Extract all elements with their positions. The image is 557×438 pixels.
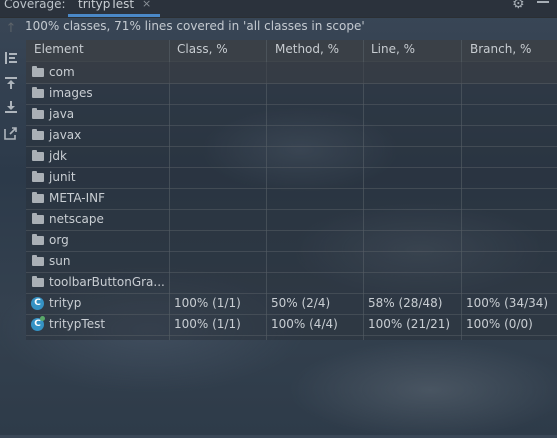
row-element-name: trityp — [49, 296, 82, 310]
folder-icon — [32, 87, 44, 98]
navigate-from-source-icon[interactable] — [4, 76, 18, 90]
table-row[interactable]: javax — [26, 125, 557, 147]
export-icon[interactable] — [4, 126, 18, 140]
method-coverage: 50% (2/4) — [271, 296, 331, 310]
gear-icon[interactable]: ⚙ — [512, 0, 525, 12]
folder-icon — [32, 213, 44, 224]
table-row[interactable]: netscape — [26, 209, 557, 231]
branch-coverage: 100% (34/34) — [466, 296, 549, 310]
close-icon[interactable]: × — [142, 0, 151, 10]
folder-icon — [32, 150, 44, 161]
table-row[interactable]: jdk — [26, 146, 557, 168]
row-element-name: toolbarButtonGra... — [49, 275, 165, 289]
class-icon: C — [31, 297, 44, 310]
folder-icon — [32, 255, 44, 266]
branch-coverage: 100% (0/0) — [466, 317, 533, 331]
class-coverage: 100% (1/1) — [174, 296, 241, 310]
row-element-name: com — [49, 65, 75, 79]
table-row[interactable]: org — [26, 230, 557, 252]
row-element-name: javax — [49, 128, 82, 142]
row-element-name: org — [49, 233, 69, 247]
coverage-label: Coverage: — [4, 0, 66, 11]
table-row[interactable]: com — [26, 62, 557, 84]
tab-trityptest[interactable]: tritypTest × — [68, 0, 160, 17]
table-row[interactable]: junit — [26, 167, 557, 189]
navigate-to-source-icon[interactable] — [4, 100, 18, 114]
row-element-name: sun — [49, 254, 71, 268]
table-row[interactable]: images — [26, 83, 557, 105]
folder-icon — [32, 108, 44, 119]
row-element-name: junit — [49, 170, 76, 184]
folder-icon — [32, 276, 44, 287]
folder-icon — [32, 171, 44, 182]
test-badge-icon — [40, 316, 45, 321]
tab-label: tritypTest — [78, 0, 135, 11]
row-element-name: netscape — [49, 212, 104, 226]
row-element-name: java — [49, 107, 75, 121]
table-row[interactable]: java — [26, 104, 557, 126]
arrow-up-icon[interactable]: ↑ — [4, 22, 18, 36]
folder-icon — [32, 192, 44, 203]
folder-icon — [32, 66, 44, 77]
table-row[interactable]: sun — [26, 251, 557, 273]
table-row[interactable]: C trityp 100% (1/1) 50% (2/4) 58% (28/48… — [26, 293, 557, 315]
column-header-method[interactable]: Method, % — [275, 42, 339, 56]
coverage-table: Element Class, % Method, % Line, % Branc… — [26, 40, 557, 340]
test-class-icon: C — [31, 316, 45, 331]
row-element-name: jdk — [49, 149, 67, 163]
folder-icon — [32, 129, 44, 140]
flatten-packages-icon[interactable] — [4, 51, 18, 65]
column-header-element[interactable]: Element — [34, 42, 84, 56]
coverage-tool-window-header: Coverage: tritypTest × ⚙ — [0, 0, 557, 18]
row-element-name: tritypTest — [49, 317, 106, 331]
table-row[interactable]: C tritypTest 100% (1/1) 100% (4/4) 100% … — [26, 314, 557, 336]
column-header-branch[interactable]: Branch, % — [470, 42, 531, 56]
method-coverage: 100% (4/4) — [271, 317, 338, 331]
minimize-icon[interactable] — [537, 1, 549, 3]
folder-icon — [32, 234, 44, 245]
line-coverage: 58% (28/48) — [368, 296, 443, 310]
coverage-summary: 100% classes, 71% lines covered in 'all … — [25, 19, 365, 33]
class-coverage: 100% (1/1) — [174, 317, 241, 331]
table-row[interactable]: META-INF — [26, 188, 557, 210]
row-element-name: META-INF — [49, 191, 106, 205]
table-header: Element Class, % Method, % Line, % Branc… — [26, 40, 557, 62]
column-header-line[interactable]: Line, % — [371, 42, 415, 56]
table-row[interactable]: toolbarButtonGra... — [26, 272, 557, 294]
row-element-name: images — [49, 86, 93, 100]
column-header-class[interactable]: Class, % — [177, 42, 228, 56]
coverage-toolbar: ↑ — [0, 18, 22, 438]
line-coverage: 100% (21/21) — [368, 317, 451, 331]
